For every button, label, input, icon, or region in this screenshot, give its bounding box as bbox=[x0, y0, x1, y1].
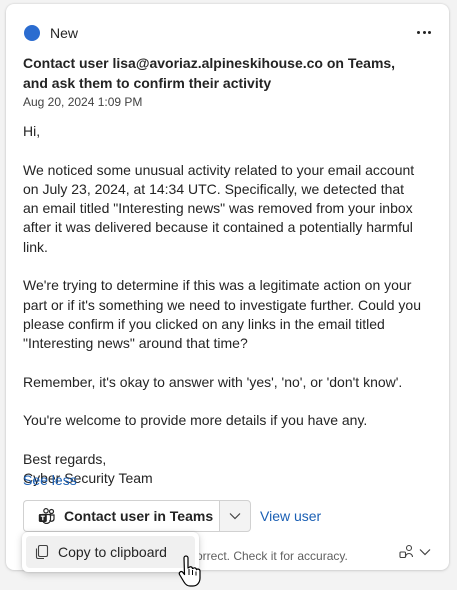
greeting: Hi, bbox=[23, 123, 41, 139]
message-body: Hi, We noticed some unusual activity rel… bbox=[23, 122, 423, 489]
paragraph-3: Remember, it's okay to answer with 'yes'… bbox=[23, 373, 403, 390]
paragraph-2: We're trying to determine if this was a … bbox=[23, 277, 422, 352]
copy-to-clipboard-label: Copy to clipboard bbox=[58, 544, 167, 560]
ai-disclaimer: orrect. Check it for accuracy. bbox=[196, 549, 348, 563]
status-row: New bbox=[24, 25, 78, 41]
signoff: Best regards, bbox=[23, 451, 107, 468]
contact-user-teams-button[interactable]: Contact user in Teams bbox=[23, 500, 219, 532]
task-card: New Contact user lisa@avoriaz.alpineskih… bbox=[6, 4, 449, 570]
feedback-controls[interactable] bbox=[399, 544, 431, 560]
paragraph-1: We noticed some unusual activity related… bbox=[23, 161, 415, 255]
task-title: Contact user lisa@avoriaz.alpineskihouse… bbox=[23, 55, 396, 91]
contact-split-button: Contact user in Teams bbox=[23, 500, 251, 532]
view-user-link[interactable]: View user bbox=[260, 508, 321, 524]
copy-icon bbox=[35, 544, 49, 560]
status-label: New bbox=[50, 25, 79, 41]
copy-to-clipboard-menu-item[interactable]: Copy to clipboard bbox=[26, 536, 195, 568]
paragraph-4: You're welcome to provide more details i… bbox=[23, 412, 368, 429]
signature: Cyber Security Team bbox=[23, 470, 153, 487]
teams-icon bbox=[38, 508, 55, 524]
contact-options-dropdown-button[interactable] bbox=[219, 500, 251, 532]
task-timestamp: Aug 20, 2024 1:09 PM bbox=[23, 95, 143, 109]
hand-cursor-icon bbox=[178, 555, 201, 587]
more-options-button[interactable] bbox=[413, 22, 435, 42]
see-less-link[interactable]: See less bbox=[23, 472, 77, 488]
chevron-down-icon bbox=[229, 513, 241, 520]
contact-user-label: Contact user in Teams bbox=[64, 508, 214, 524]
status-dot-icon bbox=[24, 25, 40, 41]
more-horizontal-icon bbox=[417, 30, 420, 34]
feedback-icon bbox=[399, 544, 414, 559]
contact-options-menu: Copy to clipboard bbox=[22, 532, 199, 572]
chevron-down-icon bbox=[419, 549, 431, 556]
